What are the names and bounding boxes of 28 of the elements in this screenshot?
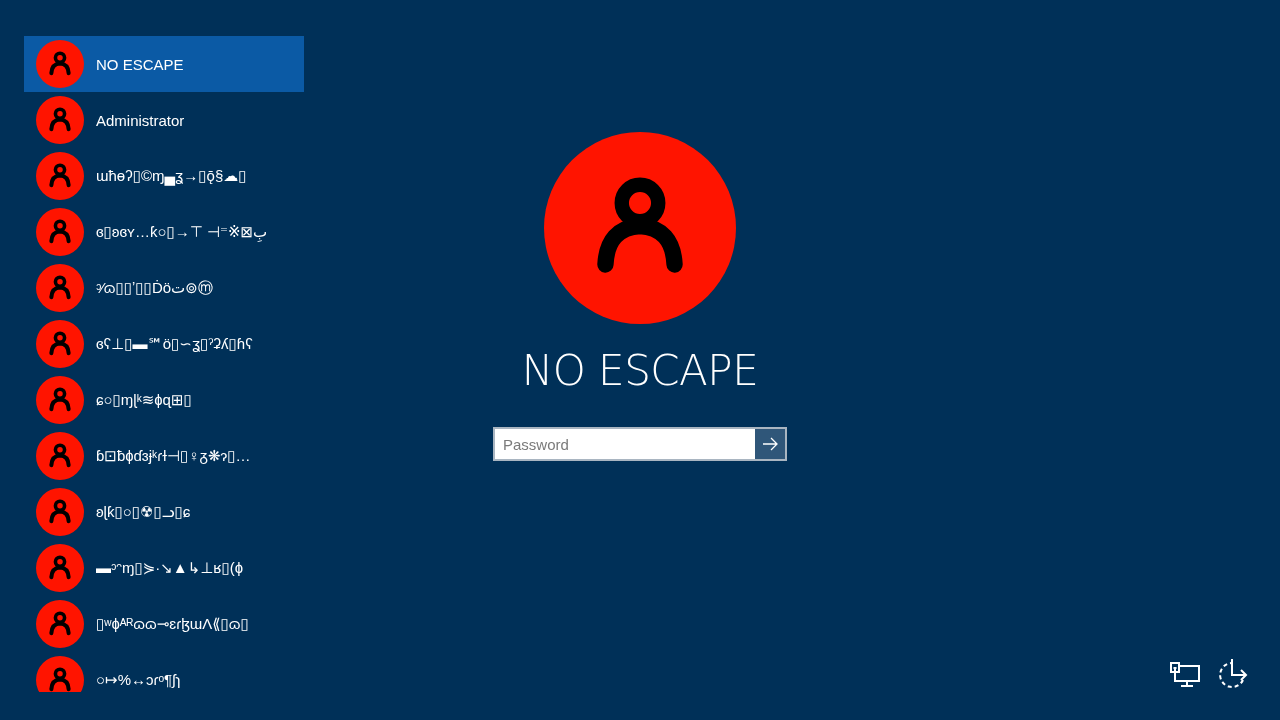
user-list-item[interactable]: ○↦%↔ɔɾᵒ¶ʃɿ (24, 652, 304, 692)
user-list-item[interactable]: ɓ⊡ƀɸɗɜɉᵏɾɫ⊣▯♀ᵹ❋ɂ▯… (24, 428, 304, 484)
user-list-item[interactable]: ɞ▯ʚɞʏ…ƙ○▯→⊤ ⊣⁼※⊠بِ (24, 204, 304, 260)
user-name: NO ESCAPE (521, 345, 759, 397)
user-list-item[interactable]: NO ESCAPE (24, 36, 304, 92)
user-list-item[interactable]: ▬ᵓᵔɱ▯⋟·↘▲↳⊥ʁ▯(ɸ (24, 540, 304, 596)
user-list-item[interactable]: ɯħɵʔ▯©ɱ▄ʓ→▯ǭ§☁▯ (24, 148, 304, 204)
user-list-item[interactable]: ᵓ⁄ɷ▯▯ʼ▯▯Ḋöت⊚ⓜ (24, 260, 304, 316)
user-list-item[interactable]: ɞʕ⊥▯▬℠ö▯∽ʓ▯ˀʡʎ▯ɦʕ (24, 316, 304, 372)
avatar-icon (36, 208, 84, 256)
avatar-icon (36, 40, 84, 88)
avatar-icon (36, 264, 84, 312)
monitor-icon[interactable] (1170, 662, 1200, 688)
avatar-icon (36, 320, 84, 368)
avatar-icon (36, 96, 84, 144)
avatar-icon (544, 132, 736, 324)
avatar-icon (36, 432, 84, 480)
avatar-icon (36, 656, 84, 692)
avatar-icon (36, 544, 84, 592)
user-list-item[interactable]: ɕ○▯ɱɭᵏ≋ɸɋ⊞▯ (24, 372, 304, 428)
avatar-icon (36, 600, 84, 648)
avatar-icon (36, 488, 84, 536)
user-list-item[interactable]: Administrator (24, 92, 304, 148)
user-list-item[interactable]: ▯ʷɸᴬᴿɷɷ⊸ɛɾɮɯɅ⟪▯ɷ▯ (24, 596, 304, 652)
avatar-icon (36, 376, 84, 424)
user-list-item[interactable]: ʚɭƙ▯○▯☢▯ᓗ▯ɕ (24, 484, 304, 540)
dashed-circle-arrow-icon[interactable] (1216, 658, 1248, 690)
avatar-icon (36, 152, 84, 200)
